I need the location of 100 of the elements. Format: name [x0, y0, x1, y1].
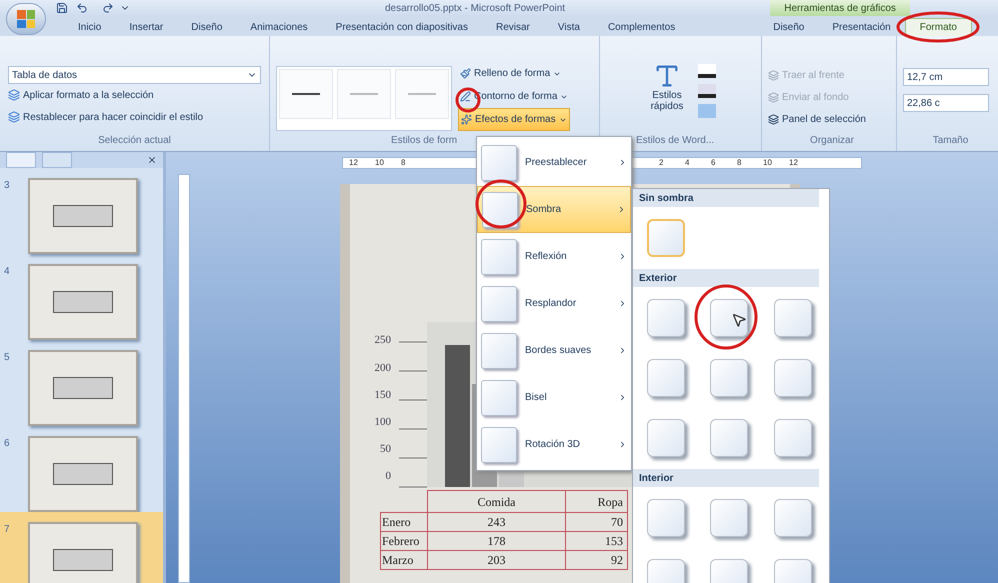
- slide-thumbnail[interactable]: [28, 264, 138, 340]
- shadow-preset-tile[interactable]: [647, 419, 685, 457]
- table-header: Ropa: [566, 490, 628, 512]
- table-row-label: Marzo: [380, 550, 428, 570]
- height-field[interactable]: 12,7 cm: [903, 68, 989, 86]
- ribbon-tab[interactable]: Formato: [904, 18, 972, 36]
- ruler-label: 10: [375, 157, 385, 169]
- y-axis-label: 100: [374, 414, 391, 430]
- ribbon-tab[interactable]: Revisar: [482, 18, 544, 36]
- section-header: Sin sombra: [633, 189, 819, 207]
- section-header: Interior: [633, 469, 819, 487]
- y-axis-label: 50: [380, 442, 391, 458]
- office-logo-icon: [17, 10, 35, 28]
- effect-preview-icon: [481, 332, 517, 368]
- ribbon-command[interactable]: Panel de selección: [768, 108, 896, 130]
- group-label: Estilos de Word...: [636, 134, 716, 148]
- ruler-label: 8: [737, 157, 742, 169]
- shadow-preset-tile[interactable]: [647, 499, 685, 537]
- effects-menu-item[interactable]: Sombra: [477, 186, 631, 233]
- layers-icon: [768, 114, 779, 124]
- layers-icon: [768, 92, 779, 102]
- ribbon-command[interactable]: Relleno de forma: [458, 62, 570, 85]
- effect-preview-icon: [481, 426, 517, 462]
- slide-thumbnail[interactable]: [28, 522, 138, 583]
- slide-number: 3: [4, 179, 11, 193]
- slide-number: 5: [4, 351, 11, 365]
- ribbon-tab[interactable]: Complementos: [594, 18, 690, 36]
- group-label: Estilos de form: [391, 134, 458, 148]
- ribbon-tab[interactable]: Vista: [544, 18, 594, 36]
- effect-preview-icon: [481, 380, 517, 416]
- ruler-label: 12: [789, 157, 799, 169]
- slide-thumbnail[interactable]: [28, 436, 138, 512]
- slides-tab[interactable]: [6, 152, 36, 168]
- ruler-label: 10: [763, 157, 773, 169]
- shadow-preset-tile[interactable]: [774, 359, 812, 397]
- ribbon-tab[interactable]: Diseño: [177, 18, 236, 36]
- ribbon-command[interactable]: Efectos de formas: [458, 108, 570, 131]
- slide-number: 7: [4, 523, 11, 537]
- pen-icon: [460, 91, 471, 102]
- window-title: desarrollo05.pptx - Microsoft PowerPoint: [385, 2, 566, 16]
- shadow-preset-tile[interactable]: [774, 299, 812, 337]
- ribbon-command[interactable]: Aplicar formato a la selección: [8, 84, 261, 106]
- contextual-tab-title: Herramientas de gráficos: [770, 0, 910, 16]
- slide-number: 4: [4, 265, 11, 279]
- mouse-pointer-icon: [731, 312, 748, 328]
- redo-icon[interactable]: [102, 2, 114, 14]
- effect-preview-icon: [482, 192, 518, 228]
- close-icon[interactable]: [147, 155, 157, 165]
- slide-thumbnail[interactable]: [28, 350, 138, 426]
- ribbon-tab[interactable]: Diseño: [759, 18, 818, 36]
- paintbrush-icon: [460, 68, 471, 79]
- save-icon[interactable]: [56, 2, 68, 14]
- selected-slide-row[interactable]: 7: [0, 512, 163, 583]
- width-field[interactable]: 22,86 c: [903, 94, 989, 112]
- annotation-circle: [476, 180, 526, 228]
- effect-preview-icon: [481, 238, 517, 274]
- shape-style-thumbnail[interactable]: [337, 69, 391, 119]
- ribbon-tab[interactable]: Inicio: [64, 18, 116, 36]
- ribbon-tab[interactable]: Animaciones: [236, 18, 322, 36]
- effects-menu-item[interactable]: Rotación 3D: [477, 421, 631, 468]
- table-cell: 153: [566, 532, 628, 550]
- ruler-label: 12: [349, 157, 359, 169]
- effects-menu-item[interactable]: Reflexión: [477, 233, 631, 280]
- text-fill-icons: [698, 64, 716, 118]
- effects-menu-item[interactable]: Bordes suaves: [477, 327, 631, 374]
- effect-preview-icon: [481, 144, 517, 180]
- section-header: Exterior: [633, 269, 819, 287]
- quick-styles-button[interactable]: Estilos rápidos: [644, 62, 690, 112]
- ribbon-tab[interactable]: Presentación con diapositivas: [322, 18, 482, 36]
- shape-style-thumbnail[interactable]: [395, 69, 449, 119]
- shape-style-thumbnail[interactable]: [279, 69, 333, 119]
- shadow-preset-tile[interactable]: [774, 419, 812, 457]
- shadow-preset-tile[interactable]: [710, 359, 748, 397]
- ruler-label: 6: [711, 157, 716, 169]
- layers-icon: [8, 89, 20, 101]
- effects-menu-item[interactable]: Preestablecer: [477, 139, 631, 186]
- shadow-preset-tile[interactable]: [710, 299, 748, 337]
- y-axis-label: 150: [374, 388, 391, 403]
- outline-tab[interactable]: [42, 152, 72, 168]
- ribbon-tab[interactable]: Presentación: [818, 18, 905, 36]
- shadow-preset-tile[interactable]: [647, 299, 685, 337]
- shadow-preset-tile[interactable]: [647, 219, 685, 257]
- effect-preview-icon: [481, 286, 517, 322]
- group-label: Tamaño: [932, 134, 968, 148]
- undo-icon[interactable]: [76, 2, 88, 14]
- ribbon-tab[interactable]: Insertar: [115, 18, 178, 36]
- layers-icon: [8, 111, 20, 123]
- group-label: Organizar: [810, 134, 854, 148]
- shadow-preset-tile[interactable]: [710, 419, 748, 457]
- shadow-preset-tile[interactable]: [647, 359, 685, 397]
- slide-thumbnail[interactable]: [28, 178, 138, 254]
- table-row-label: Enero: [380, 512, 428, 532]
- effects-menu-item[interactable]: Bisel: [477, 374, 631, 421]
- layers-icon: [768, 70, 779, 80]
- shadow-preset-tile[interactable]: [710, 499, 748, 537]
- ribbon-command[interactable]: Restablecer para hacer coincidir el estilo: [8, 106, 261, 128]
- group-label: Selección actual: [98, 134, 171, 148]
- chart-element-dropdown[interactable]: Tabla de datos: [8, 66, 261, 84]
- effects-menu-item[interactable]: Resplandor: [477, 280, 631, 327]
- shadow-preset-tile[interactable]: [774, 499, 812, 537]
